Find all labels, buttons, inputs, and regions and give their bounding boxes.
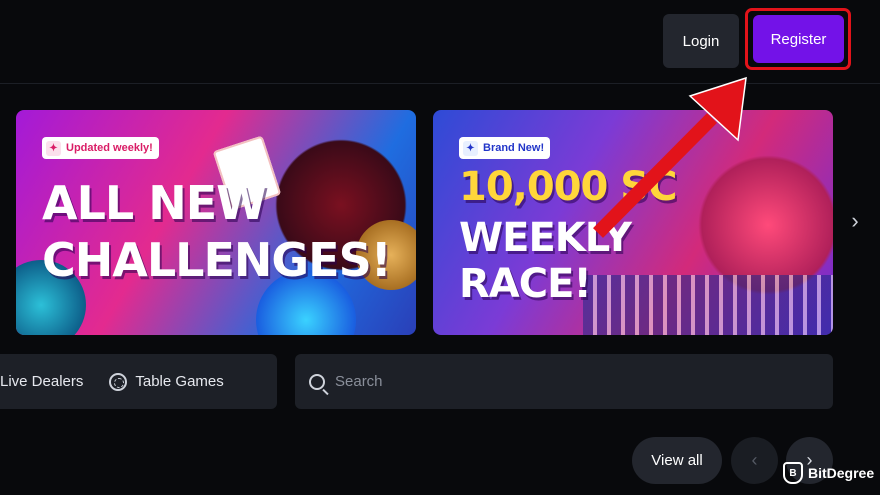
search-bar[interactable] bbox=[295, 354, 833, 409]
register-highlight: Register bbox=[745, 8, 851, 70]
banner-headline: 10,000 SC bbox=[459, 164, 677, 210]
chip-icon bbox=[109, 372, 128, 391]
category-table-games[interactable]: Table Games bbox=[109, 372, 224, 391]
flag-image bbox=[583, 275, 833, 335]
promo-banner-challenges[interactable]: ✦ Updated weekly! ALL NEW CHALLENGES! bbox=[16, 110, 416, 335]
chevron-left-icon[interactable]: ‹ bbox=[731, 437, 778, 484]
view-all-button[interactable]: View all bbox=[632, 437, 722, 484]
sparkle-icon: ✦ bbox=[46, 140, 61, 156]
banner-headline: ALL NEW bbox=[42, 176, 267, 230]
category-live-dealers[interactable]: Live Dealers bbox=[0, 373, 83, 390]
bitdegree-shield-icon: B bbox=[783, 462, 803, 484]
top-bar: Login Register bbox=[0, 0, 880, 84]
chevron-right-icon[interactable]: › bbox=[845, 206, 865, 236]
banner-headline: WEEKLY bbox=[459, 215, 632, 261]
promo-banner-weekly-race[interactable]: ✦ Brand New! 10,000 SC WEEKLY RACE! bbox=[433, 110, 833, 335]
bitdegree-logo: B BitDegree bbox=[783, 462, 874, 484]
banner-tag: ✦ Updated weekly! bbox=[42, 137, 159, 159]
sparkle-icon: ✦ bbox=[463, 140, 478, 156]
search-input[interactable] bbox=[335, 373, 815, 390]
register-button[interactable]: Register bbox=[753, 15, 844, 63]
banner-headline: CHALLENGES! bbox=[42, 233, 392, 287]
banner-headline: RACE! bbox=[459, 261, 592, 307]
category-bar: Live Dealers Table Games bbox=[0, 354, 277, 409]
banner-tag: ✦ Brand New! bbox=[459, 137, 551, 159]
login-button[interactable]: Login bbox=[663, 14, 739, 68]
search-icon bbox=[309, 373, 325, 390]
